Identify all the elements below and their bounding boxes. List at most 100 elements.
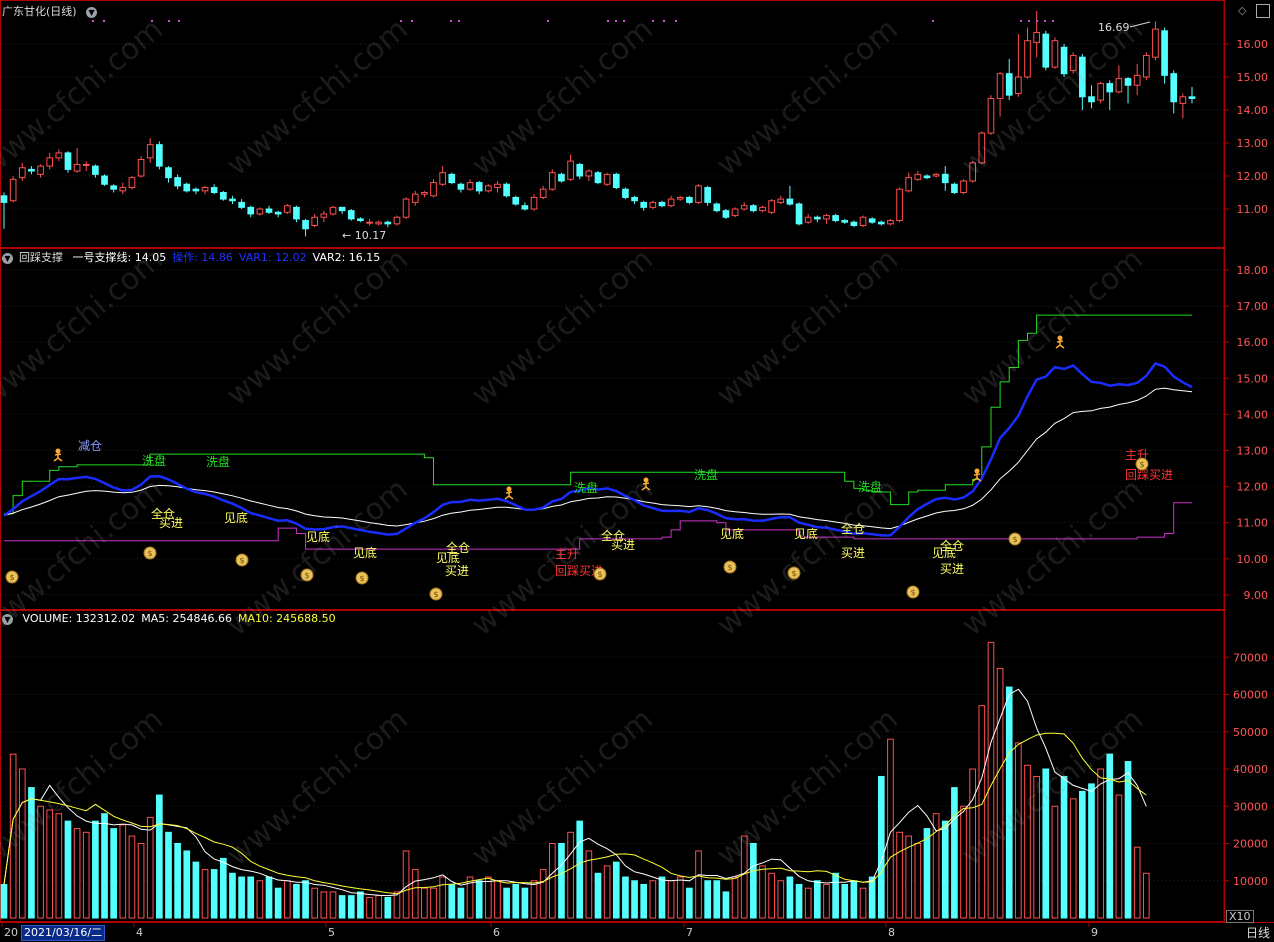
volume-bar xyxy=(1060,775,1068,919)
candle-body xyxy=(137,159,145,177)
indicator-tick-label: 11.00 xyxy=(1237,517,1269,530)
candle-body xyxy=(384,221,392,225)
volume-bar xyxy=(329,891,337,919)
volume-bar xyxy=(146,816,154,919)
volume-bar xyxy=(722,891,730,919)
candle-body xyxy=(521,205,529,210)
candle-body xyxy=(914,173,922,180)
volume-bar xyxy=(612,861,620,919)
candle-body xyxy=(640,201,648,208)
candle-body xyxy=(238,201,245,208)
signal-dot xyxy=(1044,20,1046,22)
chevron-down-icon[interactable]: ▼ xyxy=(86,6,98,18)
signal-mairu: 买进 xyxy=(159,516,183,530)
x-tick-label: 9 xyxy=(1091,926,1098,939)
x-tick-label: 20 xyxy=(4,926,18,939)
candle-body xyxy=(1124,78,1132,86)
price-tick-label: 12.00 xyxy=(1237,170,1269,183)
candle-body xyxy=(658,201,666,207)
volume-bar xyxy=(1005,686,1013,919)
signal-quancang: 全仓 xyxy=(446,540,470,555)
volume-bar xyxy=(485,876,492,919)
x-tick-label: 5 xyxy=(328,926,335,939)
signal-dot xyxy=(675,20,677,22)
signal-dot xyxy=(92,20,94,22)
volume-bar xyxy=(421,887,428,919)
volume-bar xyxy=(174,843,181,919)
candle-body xyxy=(740,205,748,210)
candle-body xyxy=(119,187,127,192)
runner-icon-body xyxy=(1055,340,1065,349)
money-bag-icon-glyph: $ xyxy=(791,569,796,578)
selected-date[interactable]: 2021/03/16/二 xyxy=(21,925,106,941)
volume-bar xyxy=(494,880,501,919)
volume-bar xyxy=(1024,764,1031,919)
candle-body xyxy=(1133,74,1141,86)
low-price-label: ← 10.17 xyxy=(342,229,386,242)
signal-zhusheng: 主升 xyxy=(555,547,579,561)
candle-body xyxy=(832,215,839,222)
volume-panel-header: ▼ VOLUME: 132312.02 MA5: 254846.66 MA10: 2… xyxy=(2,611,342,627)
candle-body xyxy=(55,152,63,159)
candle-body xyxy=(448,173,456,184)
volume-bar xyxy=(695,850,702,919)
candle-body xyxy=(1042,33,1050,68)
diamond-icon[interactable]: ◇ xyxy=(1238,4,1246,17)
chart-canvas[interactable]: 16.00 15.00 14.00 13.00 12.00 11.00 18.00 17.00… xyxy=(0,0,1274,942)
candle-body xyxy=(1060,46,1068,75)
volume-bar xyxy=(357,891,364,919)
volume-bar xyxy=(951,787,958,919)
candle-body xyxy=(347,210,355,220)
chevron-down-icon[interactable]: ▼ xyxy=(2,252,13,264)
window-controls: ◇ xyxy=(1238,4,1270,18)
stock-title: 广东甘化(日线) xyxy=(2,5,77,18)
candle-body xyxy=(73,163,81,172)
chevron-down-icon[interactable]: ▼ xyxy=(2,613,13,625)
signal-mairu: 买进 xyxy=(940,562,964,576)
candle-body xyxy=(905,177,913,192)
signal-jiandi: 见底 xyxy=(224,510,248,525)
volume-bar xyxy=(932,813,940,919)
candle-body xyxy=(411,193,419,203)
volume-bar xyxy=(274,887,282,919)
candle-body xyxy=(750,205,757,212)
candle-body xyxy=(293,206,300,220)
signal-dot xyxy=(458,20,460,22)
candle-body xyxy=(201,187,209,192)
candle-body xyxy=(174,177,181,187)
candle-body xyxy=(567,160,574,180)
volume-bar xyxy=(247,876,255,919)
volume-bar xyxy=(475,880,483,919)
volume-bar xyxy=(850,880,858,919)
volume-bar xyxy=(366,897,373,919)
candle-body xyxy=(558,173,565,182)
signal-dot xyxy=(151,20,153,22)
signal-dot xyxy=(1028,20,1030,22)
signal-dot xyxy=(103,20,105,22)
candle-body xyxy=(183,183,191,192)
volume-bar xyxy=(713,880,721,919)
volume-bar xyxy=(137,843,145,919)
candle-body xyxy=(485,185,492,192)
candle-body xyxy=(82,163,90,166)
volume-bar xyxy=(1042,768,1050,919)
candle-body xyxy=(868,218,876,223)
candle-body xyxy=(969,162,977,182)
candle-body xyxy=(996,73,1004,99)
signal-jiandi: 见底 xyxy=(794,526,818,541)
candle-body xyxy=(146,144,154,159)
scale-label[interactable]: X10 xyxy=(1226,910,1254,923)
money-bag-icon-glyph: $ xyxy=(304,571,309,580)
grid-icon[interactable] xyxy=(1256,4,1270,18)
candle-body xyxy=(603,173,611,185)
volume-bar xyxy=(283,880,291,919)
period-tab[interactable]: 日线 xyxy=(1246,924,1270,941)
volume-bar xyxy=(576,820,584,919)
candle-body xyxy=(421,192,428,195)
candle-body xyxy=(1079,56,1086,98)
signal-xipan: 洗盘 xyxy=(574,480,598,495)
signal-xipan: 洗盘 xyxy=(858,479,882,494)
indicator-tick-label: 15.00 xyxy=(1237,372,1269,385)
runner-icon xyxy=(55,448,61,454)
indicator-tick-label: 17.00 xyxy=(1237,300,1269,313)
